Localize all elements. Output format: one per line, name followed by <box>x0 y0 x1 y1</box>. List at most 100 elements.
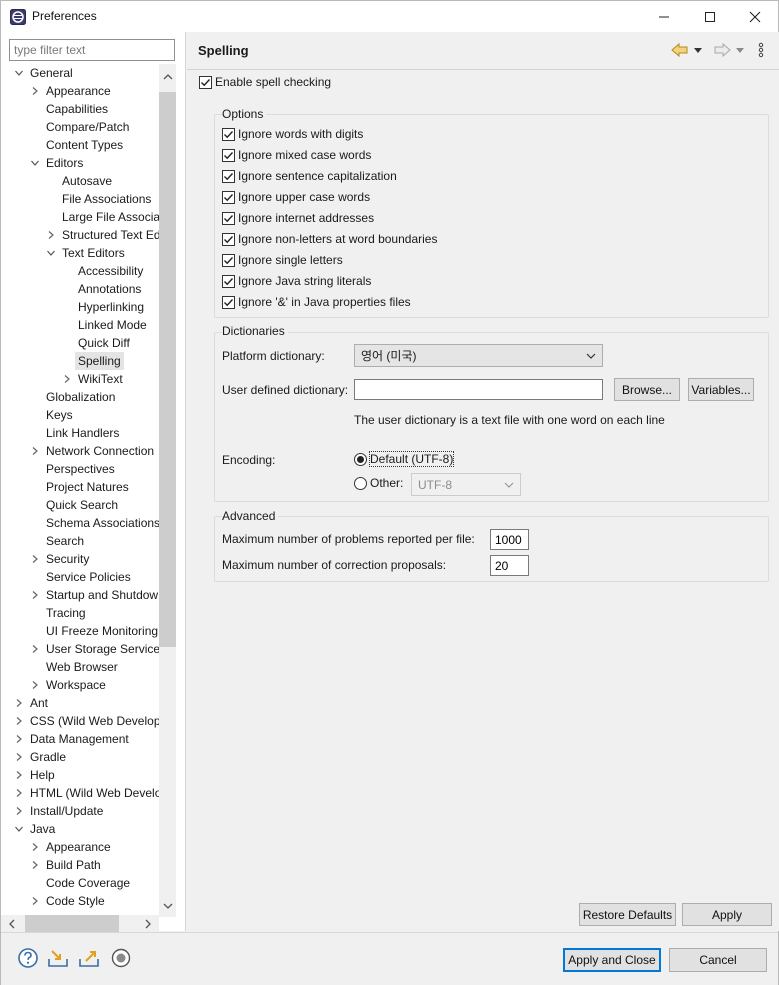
cancel-button[interactable]: Cancel <box>669 948 767 972</box>
tree-vertical-scrollbar[interactable] <box>159 64 176 917</box>
tree-item[interactable]: File Associations <box>1 190 159 208</box>
tree-item[interactable]: Accessibility <box>1 262 159 280</box>
tree-item[interactable]: Hyperlinking <box>1 298 159 316</box>
chevron-right-icon[interactable] <box>30 860 40 870</box>
tree-item[interactable]: Content Types <box>1 136 159 154</box>
back-menu-chevron-icon[interactable] <box>693 45 703 55</box>
tree-item[interactable]: Network Connection <box>1 442 159 460</box>
tree-item[interactable]: Quick Diff <box>1 334 159 352</box>
tree-item[interactable]: UI Freeze Monitoring <box>1 622 159 640</box>
option-checkbox[interactable]: Ignore non-letters at word boundaries <box>222 230 437 248</box>
chevron-right-icon[interactable] <box>14 734 24 744</box>
default-encoding-radio[interactable]: Default (UTF-8) <box>354 450 455 468</box>
record-icon[interactable] <box>110 947 132 969</box>
tree-item[interactable]: Web Browser <box>1 658 159 676</box>
checkbox-box[interactable] <box>222 169 235 183</box>
tree-item[interactable]: Startup and Shutdow <box>1 586 159 604</box>
chevron-right-icon[interactable] <box>30 680 40 690</box>
tree-item[interactable]: Globalization <box>1 388 159 406</box>
checkbox-box[interactable] <box>222 274 235 288</box>
option-checkbox[interactable]: Ignore mixed case words <box>222 146 371 164</box>
option-checkbox[interactable]: Ignore '&' in Java properties files <box>222 293 411 311</box>
tree-item[interactable]: Editors <box>1 154 159 172</box>
chevron-right-icon[interactable] <box>14 752 24 762</box>
chevron-right-icon[interactable] <box>62 374 72 384</box>
tree-item[interactable]: Gradle <box>1 748 159 766</box>
tree-item[interactable]: Quick Search <box>1 496 159 514</box>
tree-item[interactable]: Capabilities <box>1 100 159 118</box>
checkbox-box[interactable] <box>222 232 235 246</box>
tree-item[interactable]: Data Management <box>1 730 159 748</box>
view-menu-icon[interactable] <box>757 42 765 58</box>
max-proposals-input[interactable] <box>490 555 529 576</box>
tree-scroll-thumb[interactable] <box>159 92 176 647</box>
tree-item[interactable]: General <box>1 64 159 82</box>
tree-item[interactable]: Code Style <box>1 892 159 910</box>
chevron-right-icon[interactable] <box>30 644 40 654</box>
tree-item[interactable]: Help <box>1 766 159 784</box>
option-checkbox[interactable]: Ignore internet addresses <box>222 209 374 227</box>
platform-dictionary-select[interactable]: 영어 (미국) <box>354 344 603 367</box>
minimize-button[interactable] <box>641 1 687 32</box>
max-problems-input[interactable] <box>490 529 529 550</box>
maximize-button[interactable] <box>687 1 733 32</box>
variables-button[interactable]: Variables... <box>688 378 754 401</box>
tree-item[interactable]: Tracing <box>1 604 159 622</box>
tree-item[interactable]: Spelling <box>1 352 159 370</box>
radio-unselected-indicator[interactable] <box>354 476 367 490</box>
tree-item[interactable]: WikiText <box>1 370 159 388</box>
tree-item[interactable]: Search <box>1 532 159 550</box>
tree-item[interactable]: Compare/Patch <box>1 118 159 136</box>
checkbox-box[interactable] <box>222 295 235 309</box>
other-encoding-radio[interactable]: Other: <box>354 474 403 492</box>
tree-item[interactable]: Build Path <box>1 856 159 874</box>
chevron-right-icon[interactable] <box>14 770 24 780</box>
scroll-right-icon[interactable] <box>143 919 153 929</box>
tree-item[interactable]: Link Handlers <box>1 424 159 442</box>
tree-item[interactable]: Appearance <box>1 838 159 856</box>
enable-spell-checking-checkbox[interactable]: Enable spell checking <box>199 73 331 91</box>
checkbox-box[interactable] <box>222 127 235 141</box>
option-checkbox[interactable]: Ignore words with digits <box>222 125 363 143</box>
tree-item[interactable]: User Storage Service <box>1 640 159 658</box>
scroll-up-icon[interactable] <box>163 72 173 82</box>
checkbox-box[interactable] <box>199 75 212 89</box>
tree-item[interactable]: Service Policies <box>1 568 159 586</box>
chevron-right-icon[interactable] <box>30 842 40 852</box>
chevron-right-icon[interactable] <box>30 86 40 96</box>
tree-item[interactable]: Security <box>1 550 159 568</box>
checkbox-box[interactable] <box>222 211 235 225</box>
scroll-left-icon[interactable] <box>7 919 17 929</box>
apply-button[interactable]: Apply <box>682 903 772 926</box>
chevron-right-icon[interactable] <box>14 806 24 816</box>
forward-arrow-icon[interactable] <box>713 42 731 58</box>
filter-input[interactable] <box>9 39 175 61</box>
chevron-right-icon[interactable] <box>30 446 40 456</box>
chevron-right-icon[interactable] <box>30 896 40 906</box>
tree-item[interactable]: Keys <box>1 406 159 424</box>
tree-item[interactable]: Text Editors <box>1 244 159 262</box>
tree-item[interactable]: Java <box>1 820 159 838</box>
option-checkbox[interactable]: Ignore single letters <box>222 251 343 269</box>
apply-and-close-button[interactable]: Apply and Close <box>563 948 661 972</box>
chevron-right-icon[interactable] <box>14 788 24 798</box>
radio-selected-indicator[interactable] <box>354 452 367 466</box>
tree-item[interactable]: Perspectives <box>1 460 159 478</box>
close-button[interactable] <box>732 1 778 32</box>
forward-menu-chevron-icon[interactable] <box>735 45 745 55</box>
tree-item[interactable]: Large File Associati <box>1 208 159 226</box>
tree-item[interactable]: Schema Associations <box>1 514 159 532</box>
chevron-right-icon[interactable] <box>46 230 56 240</box>
tree-item[interactable]: Linked Mode <box>1 316 159 334</box>
export-icon[interactable] <box>78 947 100 969</box>
tree-horizontal-scrollbar[interactable] <box>1 915 159 932</box>
tree-item[interactable]: Autosave <box>1 172 159 190</box>
checkbox-box[interactable] <box>222 148 235 162</box>
chevron-right-icon[interactable] <box>30 554 40 564</box>
back-arrow-icon[interactable] <box>671 42 689 58</box>
chevron-right-icon[interactable] <box>30 590 40 600</box>
checkbox-box[interactable] <box>222 190 235 204</box>
option-checkbox[interactable]: Ignore Java string literals <box>222 272 371 290</box>
help-icon[interactable] <box>17 947 39 969</box>
tree-item[interactable]: CSS (Wild Web Develop <box>1 712 159 730</box>
